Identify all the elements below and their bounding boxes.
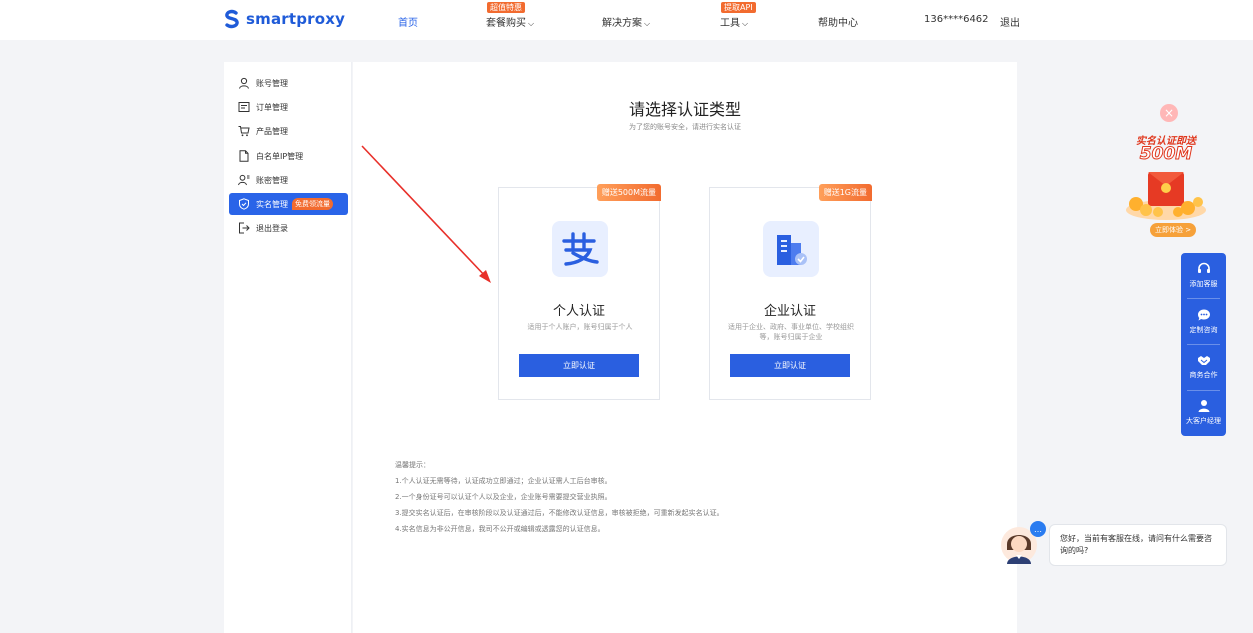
person-icon xyxy=(1198,400,1209,412)
add-support-button[interactable]: 添加客服 xyxy=(1181,253,1226,298)
red-envelope-icon xyxy=(1126,172,1206,220)
chat-icon xyxy=(1197,309,1210,321)
enterprise-auth-button[interactable]: 立即认证 xyxy=(730,354,850,377)
nav-home[interactable]: 首页 xyxy=(398,14,418,29)
handshake-icon xyxy=(1197,356,1210,365)
tips-section: 温馨提示： 1.个人认证无需等待，认证成功立即通过；企业认证需人工后台审核。 2… xyxy=(395,457,724,537)
shield-icon xyxy=(239,198,249,210)
nav-packages-label: 套餐购买 xyxy=(486,18,526,29)
sidebar: 账号管理 订单管理 产品管理 白名单IP管理 账密管理 实名管理 免费领流量 退… xyxy=(224,62,352,633)
cart-icon xyxy=(238,126,250,137)
sidebar-item-logout[interactable]: 退出登录 xyxy=(229,217,348,239)
tool-label: 商务合作 xyxy=(1189,371,1218,379)
nav-packages-badge: 超值特惠 xyxy=(487,2,525,13)
sidebar-item-whitelist[interactable]: 白名单IP管理 xyxy=(229,145,348,167)
promo-amount: 500M xyxy=(1139,144,1193,165)
chevron-down-icon: ⌵ xyxy=(528,19,535,28)
tips-heading: 温馨提示： xyxy=(395,461,430,469)
annotation-arrow-icon xyxy=(361,145,491,283)
page-subtitle: 为了您的账号安全，请进行实名认证 xyxy=(629,123,741,131)
brand-logo[interactable]: smartproxy xyxy=(224,9,345,29)
tool-label: 大客户经理 xyxy=(1186,417,1221,425)
tool-label: 添加客服 xyxy=(1189,280,1218,288)
nav-home-label: 首页 xyxy=(398,18,418,29)
card-ribbon: 赠送1G流量 xyxy=(818,184,872,201)
sidebar-item-label: 实名管理 xyxy=(256,199,288,209)
sidebar-item-label: 账号管理 xyxy=(256,78,288,88)
floating-toolbar: 添加客服 定制咨询 商务合作 大客户经理 xyxy=(1181,253,1226,436)
logout-icon xyxy=(239,222,250,234)
chat-message[interactable]: 您好，当前有客服在线，请问有什么需要咨询的吗? xyxy=(1049,524,1227,566)
top-navbar: smartproxy 首页 超值特惠 套餐购买 ⌵ 解决方案 ⌵ 提取API 工具 ⌵… xyxy=(0,0,1253,40)
card-description: 适用于企业、政府、事业单位、学校组织等，账号归属于企业 xyxy=(728,323,854,341)
card-title: 企业认证 xyxy=(763,304,816,319)
sidebar-item-label: 账密管理 xyxy=(256,175,288,185)
tip-item: 3.提交实名认证后，在审核阶段以及认证通过后，不能修改认证信息，审核被拒绝，可重… xyxy=(395,509,724,517)
nav-help-label: 帮助中心 xyxy=(818,18,858,29)
user-phone[interactable]: 136****6462 xyxy=(924,14,989,25)
close-icon[interactable]: × xyxy=(1160,104,1178,122)
logout-link[interactable]: 退出 xyxy=(1000,14,1020,29)
nav-tools[interactable]: 提取API 工具 ⌵ xyxy=(720,2,756,29)
personal-auth-card[interactable]: 赠送500M流量 个人认证 适用于个人账户，账号归属于个人 立即认证 xyxy=(498,184,661,400)
account-manager-button[interactable]: 大客户经理 xyxy=(1181,390,1226,435)
tip-item: 1.个人认证无需等待，认证成功立即通过；企业认证需人工后台审核。 xyxy=(395,477,612,485)
sidebar-item-orders[interactable]: 订单管理 xyxy=(229,96,348,118)
chevron-down-icon: ⌵ xyxy=(644,19,651,28)
nav-tools-label: 工具 xyxy=(720,18,740,29)
enterprise-auth-card[interactable]: 赠送1G流量 企业认证 适用于企业、政府、事业单位、学校组织等，账号归属于企业 … xyxy=(709,184,872,400)
free-traffic-tag: 免费领流量 xyxy=(292,198,333,210)
logo-icon xyxy=(225,9,239,29)
tip-item: 2.一个身份证号可以认证个人以及企业，企业账号需要提交营业执照。 xyxy=(395,493,612,501)
brand-name: smartproxy xyxy=(246,10,346,28)
page-title: 请选择认证类型 xyxy=(628,100,741,119)
user-icon xyxy=(239,77,249,89)
nav-help[interactable]: 帮助中心 xyxy=(818,14,858,29)
card-ribbon: 赠送500M流量 xyxy=(596,184,661,201)
headset-icon xyxy=(1197,262,1210,273)
tool-label: 定制咨询 xyxy=(1189,326,1218,334)
sidebar-item-credentials[interactable]: 账密管理 xyxy=(229,169,348,191)
card-title: 个人认证 xyxy=(552,304,605,319)
sidebar-item-label: 白名单IP管理 xyxy=(256,151,304,161)
personal-auth-button[interactable]: 立即认证 xyxy=(519,354,639,377)
building-icon xyxy=(763,221,819,277)
user-key-icon xyxy=(238,174,250,186)
custom-consult-button[interactable]: 定制咨询 xyxy=(1181,299,1226,344)
business-cooperation-button[interactable]: 商务合作 xyxy=(1181,344,1226,389)
sidebar-item-realname[interactable]: 实名管理 免费领流量 xyxy=(229,193,348,215)
chevron-down-icon: ⌵ xyxy=(742,19,749,28)
nav-solutions[interactable]: 解决方案 ⌵ xyxy=(602,14,650,29)
alipay-icon xyxy=(552,221,608,277)
nav-packages[interactable]: 超值特惠 套餐购买 ⌵ xyxy=(486,2,535,29)
document-icon xyxy=(239,150,249,162)
sidebar-item-account[interactable]: 账号管理 xyxy=(229,72,348,94)
card-description: 适用于个人账户，账号归属于个人 xyxy=(527,323,633,331)
tip-item: 4.实名信息为非公开信息，我司不公开或编辑或透露您的认证信息。 xyxy=(395,525,605,533)
order-icon xyxy=(238,102,250,112)
sidebar-item-label: 退出登录 xyxy=(256,223,288,233)
sidebar-item-products[interactable]: 产品管理 xyxy=(229,120,348,142)
promo-try-button[interactable]: 立即体验 > xyxy=(1150,223,1197,237)
sidebar-item-label: 产品管理 xyxy=(256,126,288,136)
promo-widget[interactable]: × 实名认证即送 500M 立即体验 > xyxy=(1118,104,1214,240)
nav-solutions-label: 解决方案 xyxy=(602,18,642,29)
nav-tools-badge: 提取API xyxy=(721,2,756,13)
sidebar-item-label: 订单管理 xyxy=(256,102,288,112)
chat-bubble-icon[interactable]: … xyxy=(1030,521,1046,537)
